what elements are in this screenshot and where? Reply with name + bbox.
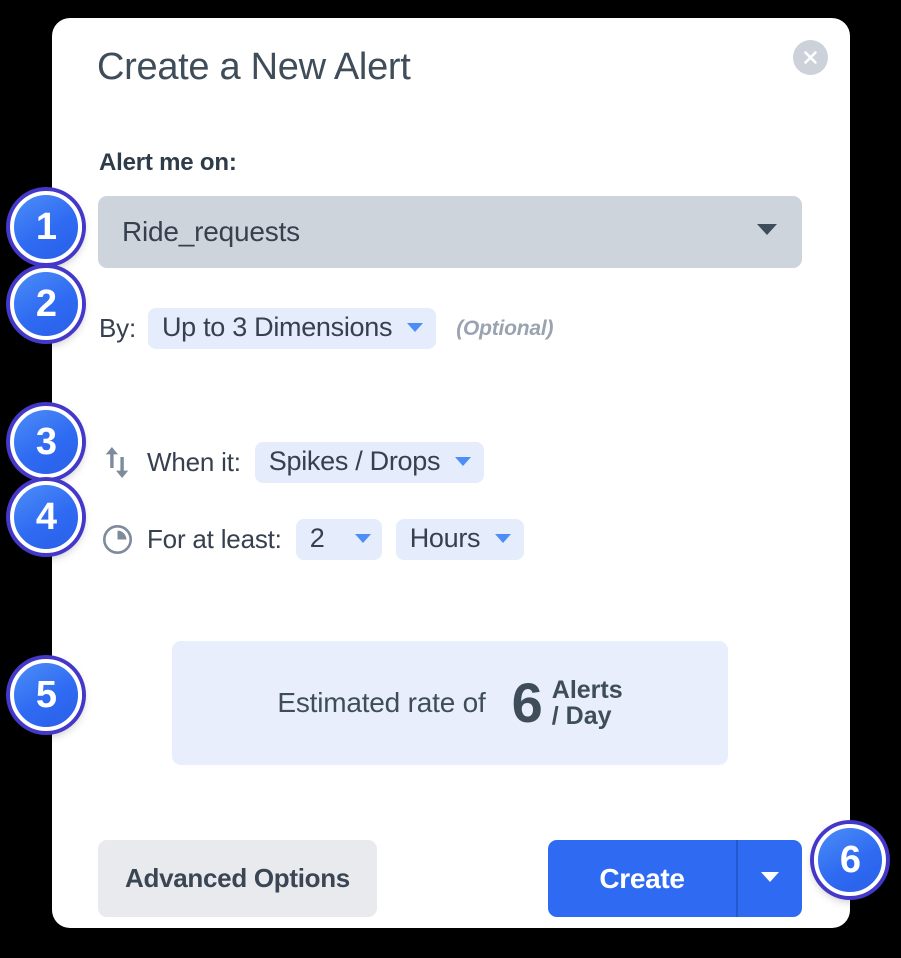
duration-unit-select[interactable]: Hours — [395, 519, 525, 560]
callout-badge-2: 2 — [10, 268, 82, 340]
when-label: When it: — [147, 447, 241, 477]
estimate-value: 6 — [511, 671, 543, 734]
duration-amount-value: 2 — [309, 523, 325, 553]
alert-metric-select[interactable]: Ride_requests — [98, 196, 802, 268]
chevron-down-icon — [756, 223, 778, 241]
arrows-up-down-icon — [100, 446, 134, 480]
duration-row: For at least: 2 Hours — [100, 519, 525, 560]
duration-amount-select[interactable]: 2 — [295, 519, 382, 560]
estimate-unit-line1: Alerts — [551, 675, 623, 704]
callout-badge-6: 6 — [814, 824, 886, 896]
duration-label: For at least: — [147, 524, 282, 554]
when-condition-select[interactable]: Spikes / Drops — [254, 442, 485, 483]
alert-on-label: Alert me on: — [99, 149, 237, 176]
dimensions-select[interactable]: Up to 3 Dimensions — [147, 308, 437, 349]
create-dropdown-button[interactable] — [736, 840, 802, 917]
estimated-rate-banner: Estimated rate of 6 Alerts / Day — [172, 641, 728, 765]
dimensions-value: Up to 3 Dimensions — [161, 312, 393, 342]
optional-note: (Optional) — [456, 316, 554, 340]
create-button[interactable]: Create — [548, 840, 736, 917]
by-dimensions-row: By: Up to 3 Dimensions (Optional) — [99, 308, 554, 349]
dialog-title: Create a New Alert — [97, 46, 411, 88]
chevron-down-icon — [494, 533, 512, 544]
advanced-options-button[interactable]: Advanced Options — [98, 840, 377, 917]
create-button-group: Create — [548, 840, 802, 917]
chevron-down-icon — [760, 871, 780, 886]
by-label: By: — [99, 313, 136, 343]
callout-badge-4: 4 — [10, 481, 82, 553]
callout-badge-5: 5 — [10, 659, 82, 731]
duration-unit-value: Hours — [409, 523, 481, 553]
estimate-prefix: Estimated rate of — [277, 687, 486, 718]
chevron-down-icon — [406, 322, 424, 333]
create-alert-dialog: Create a New Alert Alert me on: Ride_req… — [52, 18, 850, 928]
estimate-unit: Alerts / Day — [551, 675, 623, 730]
chevron-down-icon — [454, 456, 472, 467]
when-condition-value: Spikes / Drops — [268, 446, 441, 476]
callout-badge-3: 3 — [10, 406, 82, 478]
alert-metric-value: Ride_requests — [122, 216, 300, 247]
clock-icon — [100, 523, 134, 557]
chevron-down-icon — [354, 533, 372, 544]
when-condition-row: When it: Spikes / Drops — [100, 442, 485, 483]
estimate-unit-line2: / Day — [551, 702, 612, 730]
callout-badge-1: 1 — [10, 191, 82, 263]
close-icon[interactable] — [793, 40, 828, 75]
